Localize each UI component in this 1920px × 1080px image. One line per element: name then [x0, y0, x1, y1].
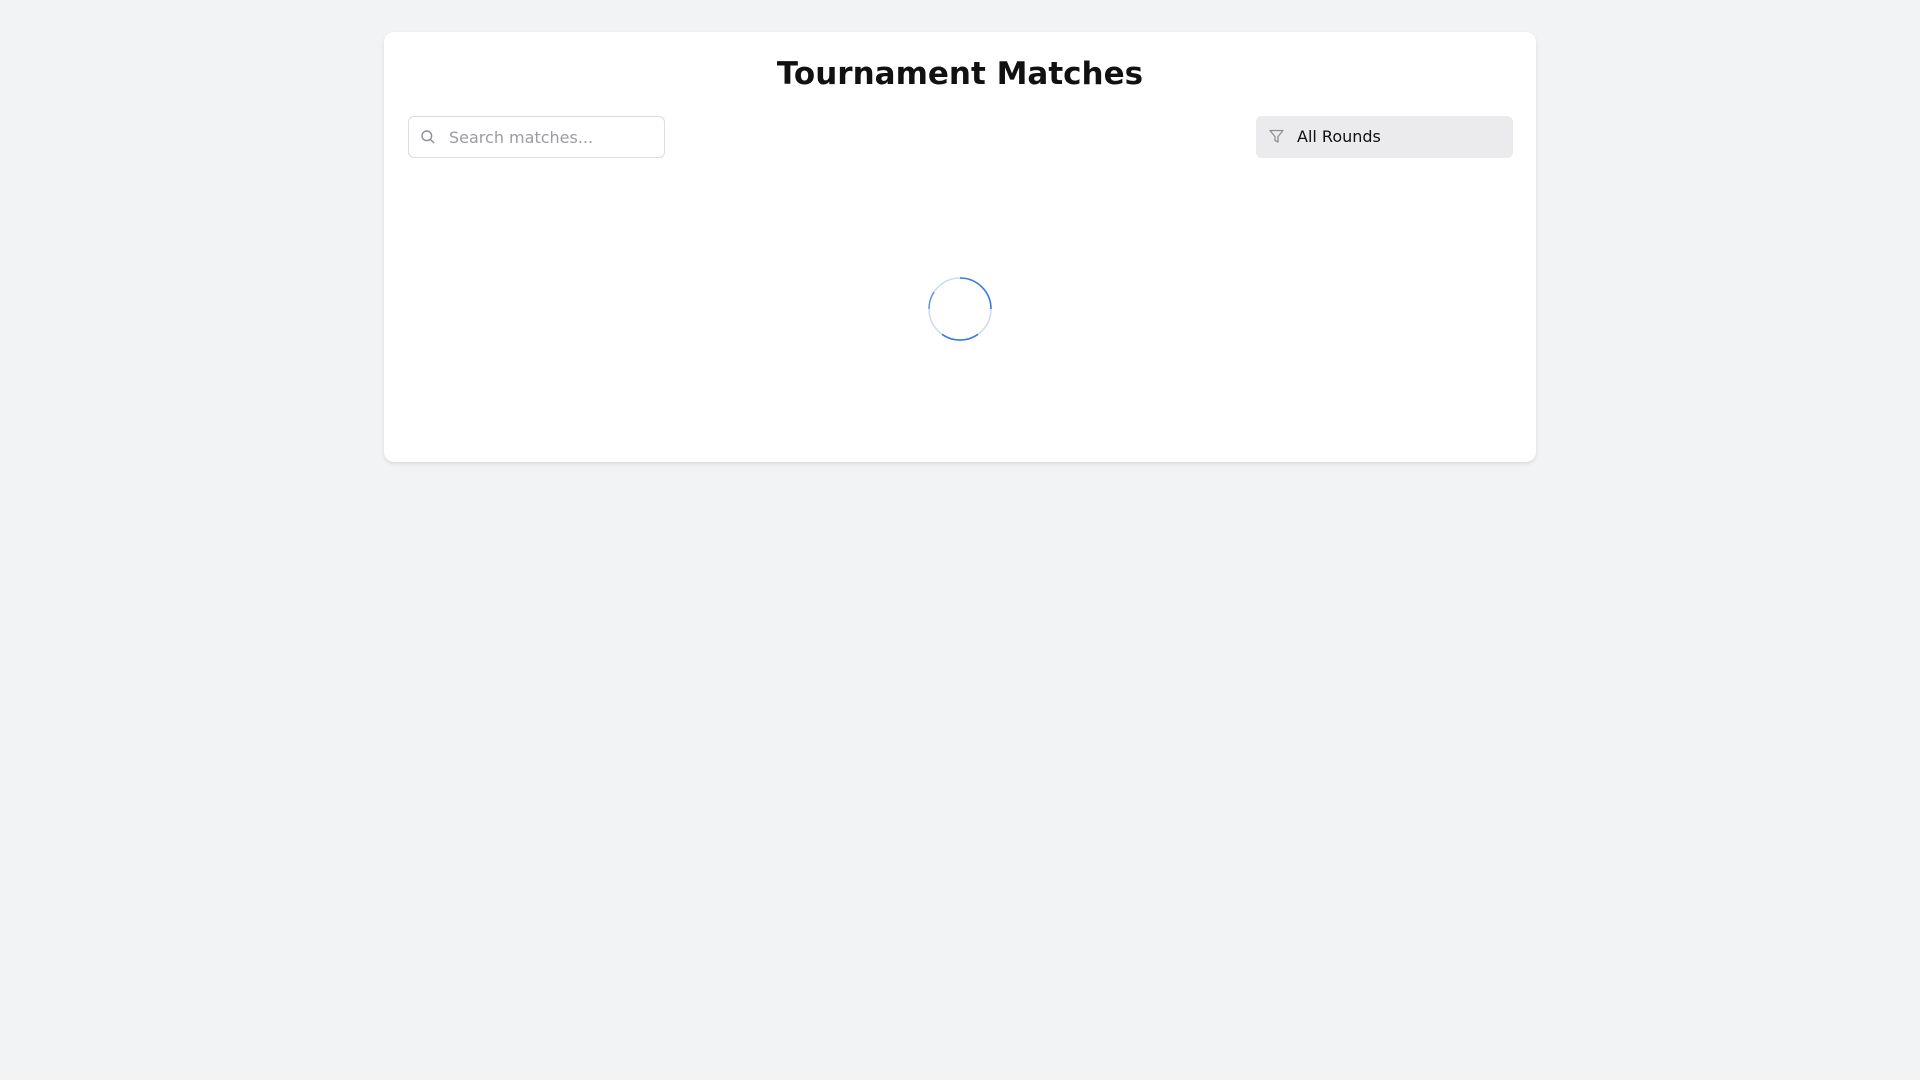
page-title: Tournament Matches: [776, 56, 1144, 92]
search-icon: [420, 129, 436, 145]
round-filter-value: All Rounds: [1297, 127, 1381, 146]
round-filter-select[interactable]: All Rounds: [1256, 116, 1513, 158]
search-input[interactable]: [449, 117, 659, 157]
matches-card: Tournament Matches All Rounds: [384, 32, 1536, 462]
search-box[interactable]: [408, 116, 665, 158]
filter-icon: [1268, 128, 1285, 145]
loading-spinner: [928, 277, 992, 341]
